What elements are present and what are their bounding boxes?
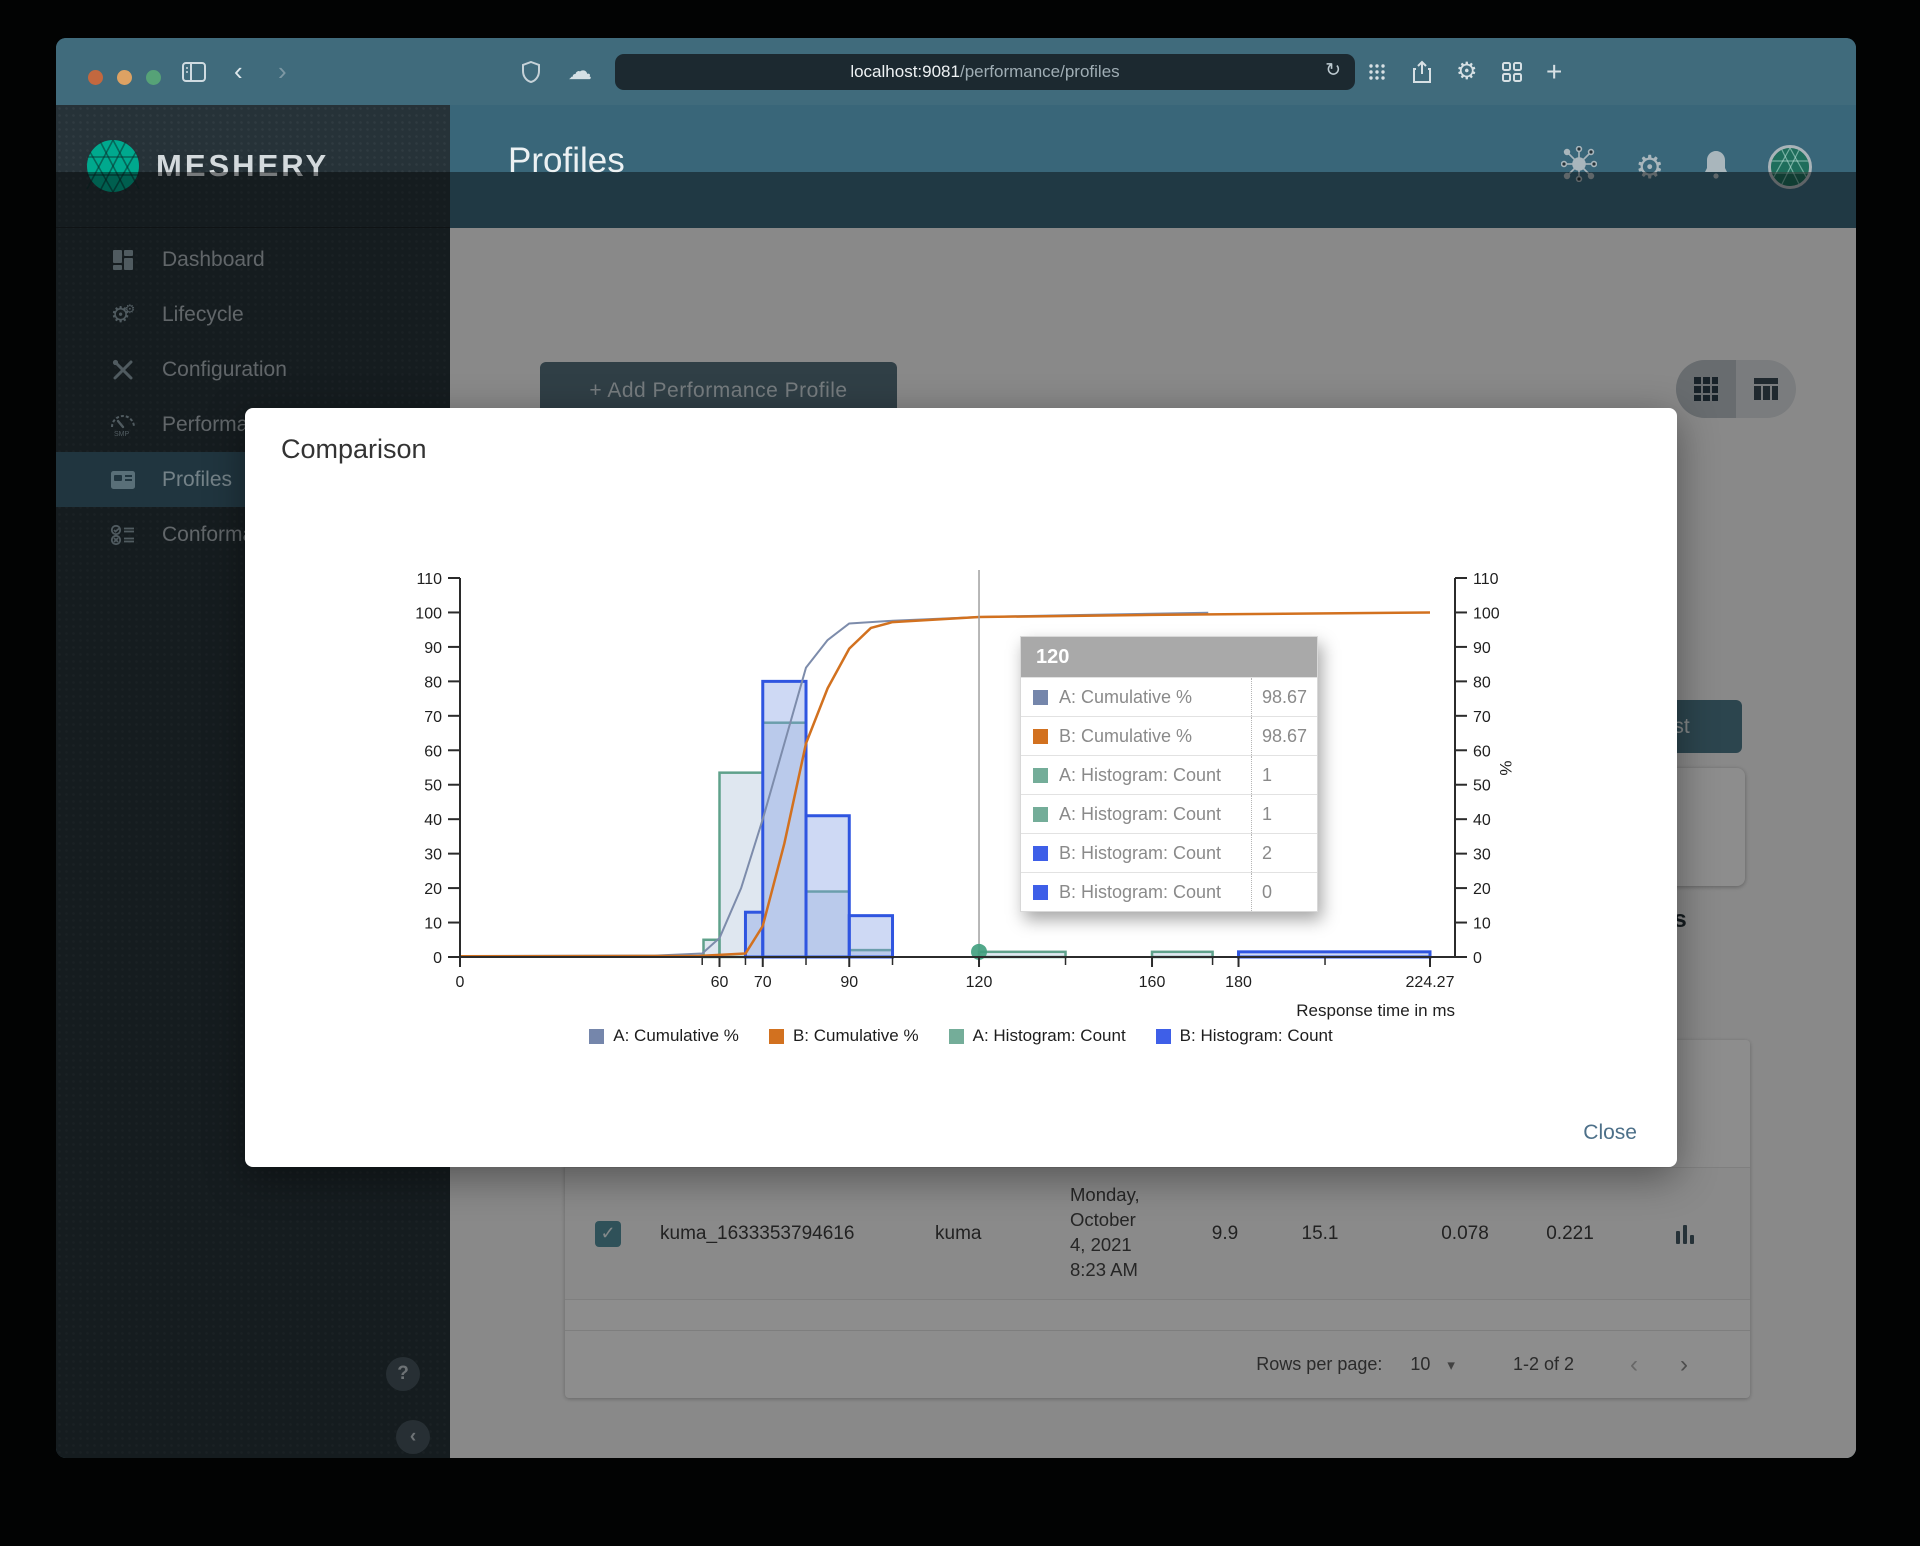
browser-chrome: ‹ › ☁ localhost:9081/performance/profile… <box>56 38 1856 105</box>
url-bar[interactable]: localhost:9081/performance/profiles ↻ <box>615 54 1355 90</box>
comparison-modal: Comparison 0 0 10 10 20 20 30 30 40 40 50 50 60 60 70 7… <box>245 408 1677 1167</box>
tooltip-row: B: Histogram: Count 2 <box>1021 833 1317 872</box>
svg-text:40: 40 <box>424 812 442 829</box>
legend-item[interactable]: B: Cumulative % <box>768 1026 919 1046</box>
tooltip-series-value: 0 <box>1251 873 1317 911</box>
svg-text:100: 100 <box>415 605 442 622</box>
svg-text:70: 70 <box>1473 709 1491 726</box>
legend-item[interactable]: B: Histogram: Count <box>1155 1026 1333 1046</box>
svg-text:Response time in ms: Response time in ms <box>1296 1001 1455 1020</box>
svg-text:90: 90 <box>840 974 858 991</box>
legend-item[interactable]: A: Histogram: Count <box>948 1026 1126 1046</box>
svg-text:10: 10 <box>424 916 442 933</box>
svg-text:90: 90 <box>424 640 442 657</box>
svg-text:70: 70 <box>754 974 772 991</box>
url-host: localhost:9081 <box>850 62 960 81</box>
minimize-window-button[interactable] <box>117 70 132 85</box>
svg-text:30: 30 <box>1473 847 1491 864</box>
svg-text:70: 70 <box>424 709 442 726</box>
series-swatch <box>1033 728 1048 744</box>
legend-label: A: Histogram: Count <box>972 1026 1126 1045</box>
series-swatch <box>1033 689 1048 705</box>
svg-text:20: 20 <box>1473 881 1491 898</box>
tooltip-series-label: A: Cumulative % <box>1059 686 1193 707</box>
series-swatch <box>1033 845 1048 861</box>
close-window-button[interactable] <box>88 70 103 85</box>
tooltip-series-label: B: Histogram: Count <box>1059 881 1222 902</box>
legend-swatch <box>768 1028 784 1044</box>
tooltip-series-value: 1 <box>1251 756 1317 794</box>
legend-swatch <box>589 1028 605 1044</box>
svg-text:50: 50 <box>1473 778 1491 795</box>
svg-text:%: % <box>1496 760 1515 775</box>
tooltip-row: B: Cumulative % 98.67 <box>1021 716 1317 755</box>
tooltip-series-label: A: Histogram: Count <box>1059 803 1222 824</box>
tooltip-series-value: 2 <box>1251 834 1317 872</box>
shield-icon[interactable] <box>522 38 540 105</box>
new-tab-icon[interactable]: + <box>1546 38 1562 105</box>
chart-legend: A: Cumulative % B: Cumulative % A: Histogr… <box>245 1026 1677 1046</box>
tooltip-row: B: Histogram: Count 0 <box>1021 872 1317 911</box>
svg-text:60: 60 <box>711 974 729 991</box>
reload-icon[interactable]: ↻ <box>1325 59 1341 82</box>
tooltip-series-value: 98.67 <box>1251 717 1317 755</box>
tooltip-row: A: Histogram: Count 1 <box>1021 794 1317 833</box>
svg-text:90: 90 <box>1473 640 1491 657</box>
tooltip-row: A: Histogram: Count 1 <box>1021 755 1317 794</box>
svg-text:50: 50 <box>424 778 442 795</box>
modal-title: Comparison <box>281 434 427 464</box>
tab-overview-icon[interactable] <box>1502 38 1522 105</box>
series-swatch <box>1033 884 1048 900</box>
extensions-grid-icon[interactable] <box>1368 38 1386 105</box>
svg-text:30: 30 <box>424 847 442 864</box>
legend-item[interactable]: A: Cumulative % <box>589 1026 739 1046</box>
svg-text:180: 180 <box>1225 974 1252 991</box>
share-icon[interactable] <box>1412 38 1432 105</box>
svg-text:224.27: 224.27 <box>1406 974 1455 991</box>
legend-swatch <box>948 1028 964 1044</box>
tooltip-series-label: B: Cumulative % <box>1059 725 1193 746</box>
cloud-icon[interactable]: ☁ <box>568 38 592 105</box>
tooltip-series-value: 98.67 <box>1251 678 1317 716</box>
svg-text:110: 110 <box>416 571 442 588</box>
tooltip-series-label: A: Histogram: Count <box>1059 764 1222 785</box>
svg-text:100: 100 <box>1473 605 1500 622</box>
forward-button[interactable]: › <box>278 38 287 105</box>
svg-text:40: 40 <box>1473 812 1491 829</box>
svg-text:20: 20 <box>424 881 442 898</box>
tooltip-series-label: B: Histogram: Count <box>1059 842 1222 863</box>
zoom-window-button[interactable] <box>146 70 161 85</box>
svg-text:10: 10 <box>1473 916 1491 933</box>
legend-label: A: Cumulative % <box>613 1026 739 1045</box>
series-swatch <box>1033 767 1048 783</box>
legend-label: B: Cumulative % <box>792 1026 919 1045</box>
tooltip-row: A: Cumulative % 98.67 <box>1021 677 1317 716</box>
chart-tooltip: 120 A: Cumulative % 98.67 B: Cumulative % 9… <box>1020 636 1318 912</box>
svg-text:110: 110 <box>1473 571 1499 588</box>
tooltip-header: 120 <box>1021 637 1317 677</box>
svg-text:120: 120 <box>966 974 993 991</box>
series-swatch <box>1033 806 1048 822</box>
svg-text:60: 60 <box>1473 743 1491 760</box>
svg-text:60: 60 <box>424 743 442 760</box>
browser-window: ‹ › ☁ localhost:9081/performance/profile… <box>56 38 1856 1458</box>
svg-text:0: 0 <box>1473 950 1482 967</box>
svg-text:80: 80 <box>1473 674 1491 691</box>
url-path: /performance/profiles <box>959 62 1120 81</box>
svg-text:160: 160 <box>1139 974 1166 991</box>
svg-text:0: 0 <box>456 974 465 991</box>
traffic-lights <box>88 70 161 85</box>
close-button[interactable]: Close <box>1583 1121 1637 1145</box>
legend-swatch <box>1155 1028 1171 1044</box>
back-button[interactable]: ‹ <box>234 38 243 105</box>
svg-text:80: 80 <box>424 674 442 691</box>
tooltip-series-value: 1 <box>1251 795 1317 833</box>
sidebar-toggle-icon[interactable] <box>182 38 206 105</box>
legend-label: B: Histogram: Count <box>1179 1026 1333 1045</box>
svg-text:0: 0 <box>433 950 442 967</box>
comparison-chart: 0 010 1020 2030 3040 4050 5060 6070 7080 8090 9010… <box>415 570 1515 1020</box>
settings-gear-icon[interactable]: ⚙ <box>1456 38 1478 105</box>
